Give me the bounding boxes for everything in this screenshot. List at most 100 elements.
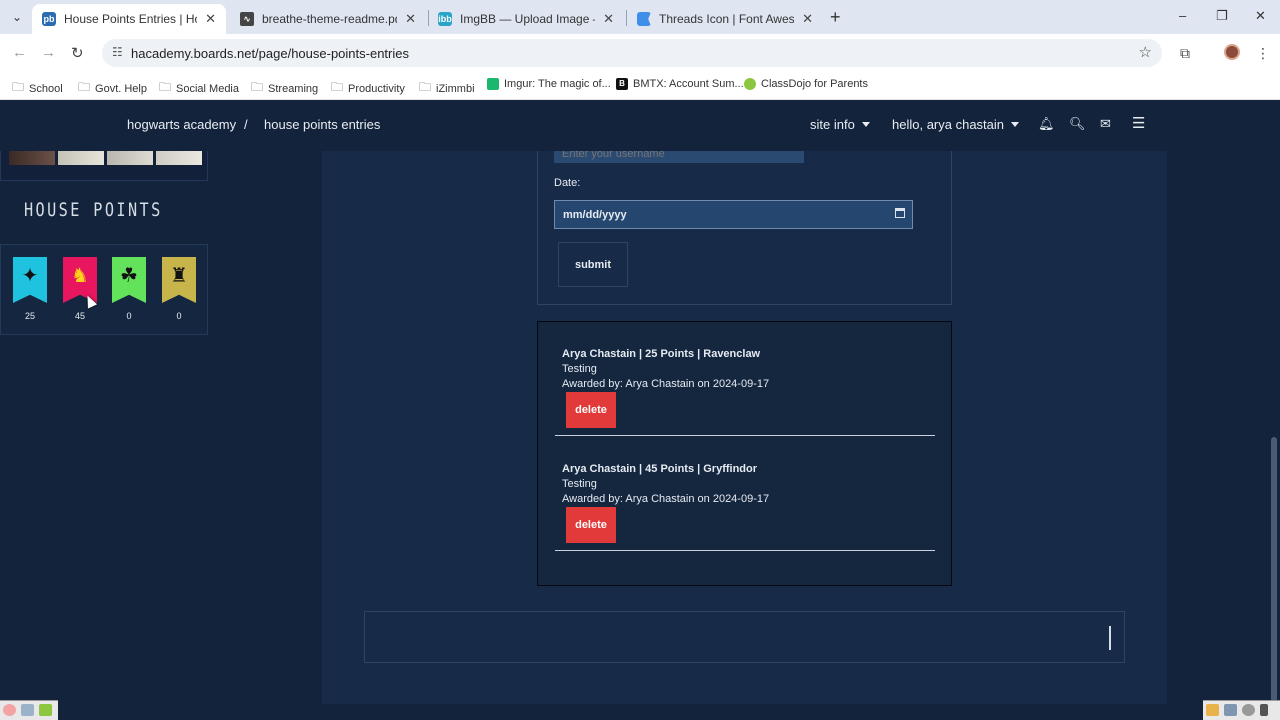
calendar-icon[interactable] (895, 208, 905, 218)
bookmark-label: Imgur: The magic of... (504, 78, 611, 90)
bookmark-school[interactable]: 🗀 School (12, 78, 63, 99)
flag-icon (637, 12, 651, 26)
bookmark-label: iZimmbi (436, 82, 475, 95)
bookmark-bmtx[interactable]: B BMTX: Account Sum... (616, 78, 744, 90)
tab-title: ImgBB — Upload Image — Free (460, 12, 595, 26)
date-label: Date: (554, 177, 581, 189)
bookmark-star-icon[interactable]: ☆ (1139, 43, 1152, 61)
search-icon[interactable]: 🔍︎ (1069, 116, 1086, 132)
reload-icon[interactable]: ↻ (71, 44, 84, 62)
minimize-icon[interactable]: – (1179, 8, 1186, 23)
sidebar-gallery (0, 151, 208, 181)
house-banner-slytherin[interactable]: ☘ (112, 257, 146, 303)
folder-icon: 🗀 (251, 80, 264, 94)
bookmark-label: Govt. Help (95, 82, 147, 95)
browser-tab-font-awesome[interactable]: Threads Icon | Font Awesome ✕ (627, 4, 823, 34)
bookmark-izimmbi[interactable]: 🗀 iZimmbi (419, 78, 475, 99)
bookmark-social-media[interactable]: 🗀 Social Media (159, 78, 239, 99)
imgur-icon (487, 78, 499, 90)
back-arrow-icon[interactable]: ← (12, 44, 27, 61)
bookmark-govt-help[interactable]: 🗀 Govt. Help (78, 78, 147, 99)
folder-icon: 🗀 (419, 80, 432, 94)
browser-tab-imgbb[interactable]: ibb ImgBB — Upload Image — Free ✕ (428, 4, 624, 34)
bookmark-imgur[interactable]: Imgur: The magic of... (487, 78, 611, 90)
entry-title: Arya Chastain | 45 Points | Gryffindor (562, 463, 758, 475)
username-field[interactable] (554, 151, 804, 163)
address-bar[interactable]: ☷ hacademy.boards.net/page/house-points-… (102, 39, 1162, 67)
tray-app-icon[interactable] (39, 704, 52, 716)
gallery-thumbnail[interactable] (107, 151, 153, 165)
breadcrumb-home[interactable]: hogwarts academy (127, 117, 236, 132)
house-banner-ravenclaw[interactable]: ✦ (13, 257, 47, 303)
profile-avatar[interactable] (1224, 44, 1240, 60)
bell-icon[interactable]: 🔔︎ (1038, 116, 1055, 132)
tray-app-icon[interactable] (3, 704, 16, 716)
eagle-icon: ✦ (21, 265, 39, 287)
pdf-icon: ∿ (240, 12, 254, 26)
bookmark-streaming[interactable]: 🗀 Streaming (251, 78, 318, 99)
tray-app-icon[interactable] (21, 704, 34, 716)
site-info-menu[interactable]: site info (810, 117, 870, 132)
house-points-count: 0 (126, 311, 132, 321)
text-cursor (1109, 626, 1111, 650)
restore-icon[interactable]: ❐ (1216, 8, 1228, 24)
taskbar-tray-left (0, 700, 58, 720)
address-url[interactable]: hacademy.boards.net/page/house-points-en… (131, 46, 409, 61)
close-tab-icon[interactable]: ✕ (603, 11, 614, 27)
date-field[interactable] (554, 200, 913, 229)
tray-expand-icon[interactable] (1260, 704, 1268, 716)
browser-tab-house-points[interactable]: pb House Points Entries | Hogwarts ✕ (32, 4, 226, 34)
tab-list-chevron-icon[interactable]: ⌄ (6, 7, 28, 27)
folder-icon: 🗀 (78, 80, 91, 94)
close-tab-icon[interactable]: ✕ (405, 11, 416, 27)
tab-title: Threads Icon | Font Awesome (659, 12, 795, 26)
house-banner-hufflepuff[interactable]: ♜ (162, 257, 196, 303)
points-entry: Arya Chastain | 45 Points | Gryffindor T… (555, 436, 935, 551)
browser-tab-pdf[interactable]: ∿ breathe-theme-readme.pdf ✕ (230, 4, 426, 34)
jcink-icon: pb (42, 12, 56, 26)
gallery-thumbnail[interactable] (58, 151, 104, 165)
bookmark-classdojo[interactable]: ClassDojo for Parents (744, 78, 868, 90)
caret-down-icon (1011, 122, 1020, 127)
bookmark-label: Social Media (176, 82, 239, 95)
entry-awarded-by: Awarded by: Arya Chastain on 2024-09-17 (562, 493, 770, 505)
envelope-icon[interactable]: ✉ (1100, 116, 1111, 132)
hamburger-menu-icon[interactable]: ☰ (1132, 114, 1145, 132)
house-points-count: 0 (176, 311, 182, 321)
forward-arrow-icon[interactable]: → (41, 44, 56, 61)
page-scrollbar[interactable] (1271, 437, 1277, 702)
close-tab-icon[interactable]: ✕ (802, 11, 813, 27)
date-input[interactable] (555, 201, 875, 228)
site-settings-icon[interactable]: ☷ (112, 45, 123, 59)
badger-icon: ♜ (170, 265, 188, 287)
close-window-icon[interactable]: ✕ (1255, 8, 1266, 24)
delete-button[interactable]: delete (566, 392, 616, 428)
entry-awarded-by: Awarded by: Arya Chastain on 2024-09-17 (562, 378, 770, 390)
tab-title: House Points Entries | Hogwarts (64, 12, 197, 26)
gallery-thumbnail[interactable] (9, 151, 55, 165)
house-points-count: 25 (24, 311, 35, 321)
extensions-puzzle-icon[interactable]: ⧉ (1180, 45, 1190, 62)
submit-button[interactable]: submit (558, 242, 628, 287)
breadcrumb-current[interactable]: house points entries (264, 117, 380, 132)
user-menu[interactable]: hello, arya chastain (892, 117, 1020, 132)
delete-button[interactable]: delete (566, 507, 616, 543)
username-input[interactable] (554, 151, 804, 163)
browser-menu-icon[interactable]: ⋮ (1256, 45, 1270, 62)
new-tab-plus-icon[interactable]: + (830, 8, 841, 26)
tab-title: breathe-theme-readme.pdf (262, 12, 398, 26)
close-tab-icon[interactable]: ✕ (205, 11, 216, 27)
settings-gear-icon[interactable] (1242, 704, 1255, 716)
house-points-widget: ✦ 25 ♞ 45 ☘ 0 ♜ 0 (0, 244, 208, 335)
bookmark-productivity[interactable]: 🗀 Productivity (331, 78, 405, 99)
tray-app-icon[interactable] (1224, 704, 1237, 716)
site-info-label: site info (810, 117, 855, 132)
points-entry: Arya Chastain | 25 Points | Ravenclaw Te… (555, 321, 935, 436)
bookmark-label: ClassDojo for Parents (761, 78, 868, 90)
footer-input-box[interactable] (364, 611, 1125, 663)
bookmarks-bar: 🗀 School 🗀 Govt. Help 🗀 Social Media 🗀 Strea… (0, 72, 1280, 100)
entry-title: Arya Chastain | 25 Points | Ravenclaw (562, 348, 761, 360)
gallery-thumbnail[interactable] (156, 151, 202, 165)
tray-app-icon[interactable] (1206, 704, 1219, 716)
imgbb-icon: ibb (438, 12, 452, 26)
